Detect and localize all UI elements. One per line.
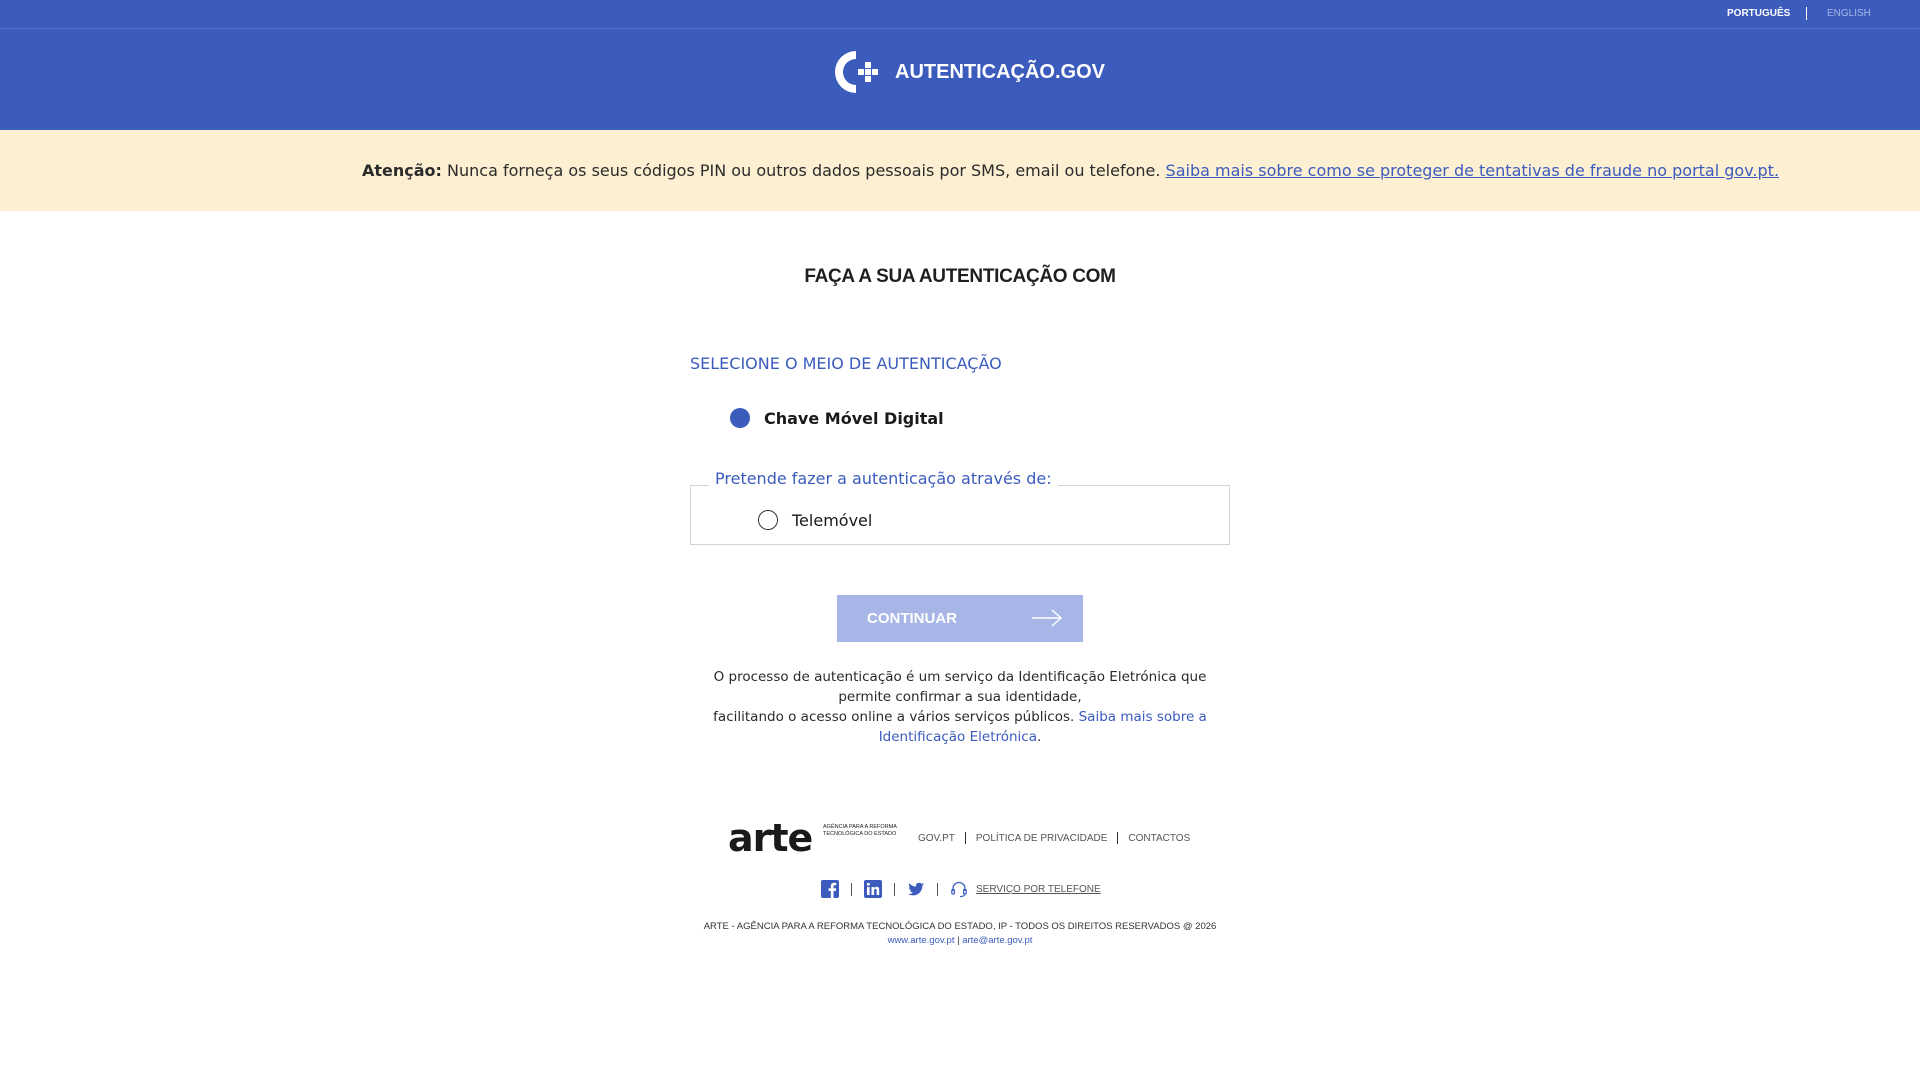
- footer-separator: [1117, 832, 1119, 844]
- twitter-icon[interactable]: [907, 880, 925, 898]
- brand-logo[interactable]: AUTENTICAÇÃO.GOV: [831, 47, 1105, 97]
- site-header: AUTENTICAÇÃO.GOV: [0, 29, 1920, 130]
- facebook-icon[interactable]: [821, 880, 839, 898]
- fieldset-legend: Pretende fazer a autenticação através de…: [709, 469, 1058, 488]
- social-separator: [937, 882, 938, 896]
- section-title: SELECIONE O MEIO DE AUTENTICAÇÃO: [690, 354, 1002, 373]
- copyright-links: www.arte.gov.pt | arte@arte.gov.pt: [0, 935, 1920, 946]
- page-title: FAÇA A SUA AUTENTICAÇÃO COM: [804, 266, 1116, 287]
- fraud-warning-banner: Atenção: Nunca forneça os seus códigos P…: [0, 130, 1920, 211]
- footer-link-privacy[interactable]: POLÍTICA DE PRIVACIDADE: [976, 833, 1108, 844]
- radio-unselected-icon[interactable]: [758, 510, 778, 530]
- brand-title: AUTENTICAÇÃO.GOV: [895, 60, 1105, 83]
- continue-button-label: CONTINUAR: [867, 610, 957, 627]
- phone-service-link[interactable]: SERVIÇO POR TELEFONE: [976, 884, 1101, 895]
- footer-link-contacts[interactable]: CONTACTOS: [1128, 833, 1190, 844]
- social-separator: [851, 882, 852, 896]
- continue-button[interactable]: CONTINUAR: [837, 595, 1083, 642]
- arrow-right-icon: [1032, 609, 1063, 627]
- fraud-info-link[interactable]: Saiba mais sobre como se proteger de ten…: [1166, 161, 1780, 180]
- method-option-label: Chave Móvel Digital: [764, 408, 944, 428]
- eid-info-end: .: [1037, 729, 1042, 745]
- method-option-chave-movel-digital[interactable]: Chave Móvel Digital: [730, 408, 944, 428]
- arte-logo-word: arte: [728, 816, 813, 860]
- eid-info-line1: O processo de autenticação é um serviço …: [713, 669, 1207, 705]
- warning-message: Nunca forneça os seus códigos PIN ou out…: [441, 161, 1166, 180]
- arte-logo-subtitle: AGÊNCIA PARA A REFORMA TECNOLÓGICA DO ES…: [823, 824, 897, 837]
- social-separator: [894, 882, 895, 896]
- footer-separator: [964, 832, 966, 844]
- language-separator: [1806, 7, 1807, 20]
- eid-info-text: O processo de autenticação é um serviço …: [690, 667, 1230, 747]
- linkedin-icon[interactable]: [864, 880, 882, 898]
- social-links: SERVIÇO POR TELEFONE: [821, 880, 1101, 898]
- language-english[interactable]: ENGLISH: [1827, 8, 1871, 19]
- website-link[interactable]: www.arte.gov.pt: [888, 935, 955, 946]
- warning-label: Atenção:: [362, 161, 442, 180]
- language-portugues[interactable]: PORTUGUÊS: [1727, 8, 1790, 19]
- channel-option-telemovel[interactable]: Telemóvel: [758, 510, 872, 530]
- warning-text: Atenção: Nunca forneça os seus códigos P…: [362, 161, 1779, 180]
- authentication-channel-fieldset: Pretende fazer a autenticação através de…: [690, 469, 1230, 545]
- copyright-text: ARTE - AGÊNCIA PARA A REFORMA TECNOLÓGIC…: [703, 921, 1217, 932]
- footer-link-govpt[interactable]: GOV.PT: [918, 833, 955, 844]
- arte-logo[interactable]: arte AGÊNCIA PARA A REFORMA TECNOLÓGICA …: [728, 818, 898, 858]
- footer-links: GOV.PT POLÍTICA DE PRIVACIDADE CONTACTOS: [918, 832, 1190, 844]
- radio-selected-icon[interactable]: [730, 408, 750, 428]
- email-link[interactable]: arte@arte.gov.pt: [962, 935, 1032, 946]
- autenticacao-logo-icon: [835, 51, 878, 93]
- headset-icon: [951, 881, 967, 898]
- channel-option-label: Telemóvel: [792, 510, 873, 530]
- language-bar: PORTUGUÊS ENGLISH: [0, 0, 1920, 29]
- eid-info-line2: facilitando o acesso online a vários ser…: [713, 709, 1079, 725]
